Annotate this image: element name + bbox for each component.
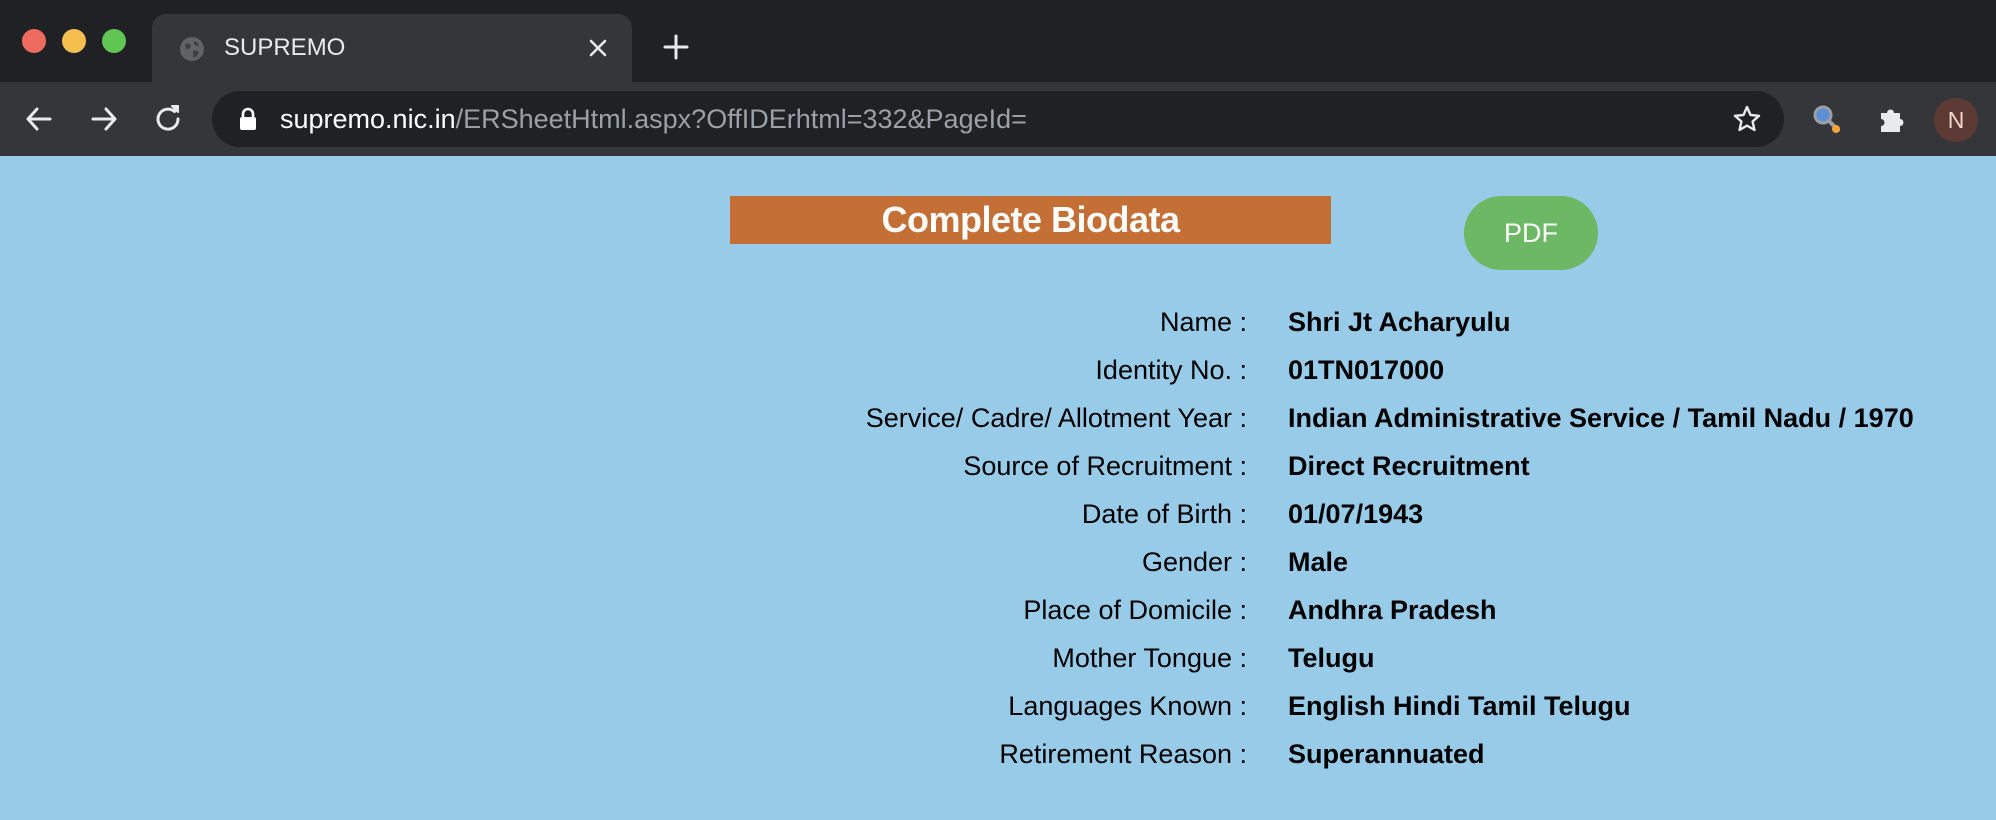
biodata-row: Service/ Cadre/ Allotment Year : Indian … (0, 394, 1996, 442)
globe-icon (180, 37, 204, 61)
field-label: Retirement Reason : (999, 739, 1247, 769)
field-value: Indian Administrative Service / Tamil Na… (1288, 403, 1914, 433)
field-value: 01TN017000 (1288, 355, 1445, 385)
field-label: Name : (1159, 307, 1247, 337)
field-value: Andhra Pradesh (1288, 595, 1497, 625)
star-icon[interactable] (1732, 104, 1762, 134)
lock-icon[interactable] (238, 107, 258, 131)
field-label: Gender : (1141, 547, 1247, 577)
url-path: /ERSheetHtml.aspx?OffIDErhtml=332&PageId… (455, 104, 1027, 134)
biodata-row: Languages Known : English Hindi Tamil Te… (0, 682, 1996, 730)
biodata-row: Gender : Male (0, 538, 1996, 586)
reload-icon[interactable] (151, 102, 185, 136)
plus-icon[interactable] (662, 33, 690, 61)
profile-avatar[interactable]: N (1934, 98, 1978, 142)
magnifier-extension-icon[interactable] (1810, 102, 1844, 136)
biodata-row: Identity No. : 01TN017000 (0, 346, 1996, 394)
close-icon[interactable] (586, 36, 610, 60)
field-label: Place of Domicile : (1023, 595, 1247, 625)
field-value: Telugu (1288, 643, 1375, 673)
field-label: Mother Tongue : (1052, 643, 1247, 673)
field-label: Date of Birth : (1081, 499, 1247, 529)
field-value: 01/07/1943 (1288, 499, 1424, 529)
field-label: Source of Recruitment : (963, 451, 1247, 481)
url-text[interactable]: supremo.nic.in/ERSheetHtml.aspx?OffIDErh… (280, 104, 1027, 135)
browser-titlebar: SUPREMO (0, 0, 1996, 82)
field-value: English Hindi Tamil Telugu (1288, 691, 1631, 721)
biodata-row: Retirement Reason : Superannuated (0, 730, 1996, 778)
browser-tab[interactable]: SUPREMO (152, 14, 632, 82)
url-host: supremo.nic.in (280, 104, 456, 134)
tab-title: SUPREMO (224, 34, 346, 61)
field-value: Male (1288, 547, 1349, 577)
field-value: Superannuated (1288, 739, 1485, 769)
page-title: Complete Biodata (730, 196, 1331, 244)
window-maximize-button[interactable] (102, 29, 126, 53)
field-label: Identity No. : (1095, 355, 1247, 385)
biodata-row: Mother Tongue : Telugu (0, 634, 1996, 682)
browser-toolbar: supremo.nic.in/ERSheetHtml.aspx?OffIDErh… (0, 82, 1996, 156)
biodata-row: Date of Birth : 01/07/1943 (0, 490, 1996, 538)
page-content: Complete Biodata PDF Name : Shri Jt Acha… (0, 156, 1996, 820)
biodata-row: Name : Shri Jt Acharyulu (0, 298, 1996, 346)
window-minimize-button[interactable] (62, 29, 86, 53)
field-label: Languages Known : (1008, 691, 1247, 721)
window-close-button[interactable] (22, 29, 46, 53)
field-value: Direct Recruitment (1288, 451, 1530, 481)
forward-arrow-icon[interactable] (87, 102, 121, 136)
pdf-button[interactable]: PDF (1464, 196, 1598, 270)
back-arrow-icon[interactable] (22, 102, 56, 136)
address-bar[interactable]: supremo.nic.in/ERSheetHtml.aspx?OffIDErh… (212, 91, 1784, 147)
biodata-row: Place of Domicile : Andhra Pradesh (0, 586, 1996, 634)
puzzle-extension-icon[interactable] (1875, 102, 1909, 136)
biodata-row: Source of Recruitment : Direct Recruitme… (0, 442, 1996, 490)
field-value: Shri Jt Acharyulu (1288, 307, 1511, 337)
field-label: Service/ Cadre/ Allotment Year : (865, 403, 1247, 433)
